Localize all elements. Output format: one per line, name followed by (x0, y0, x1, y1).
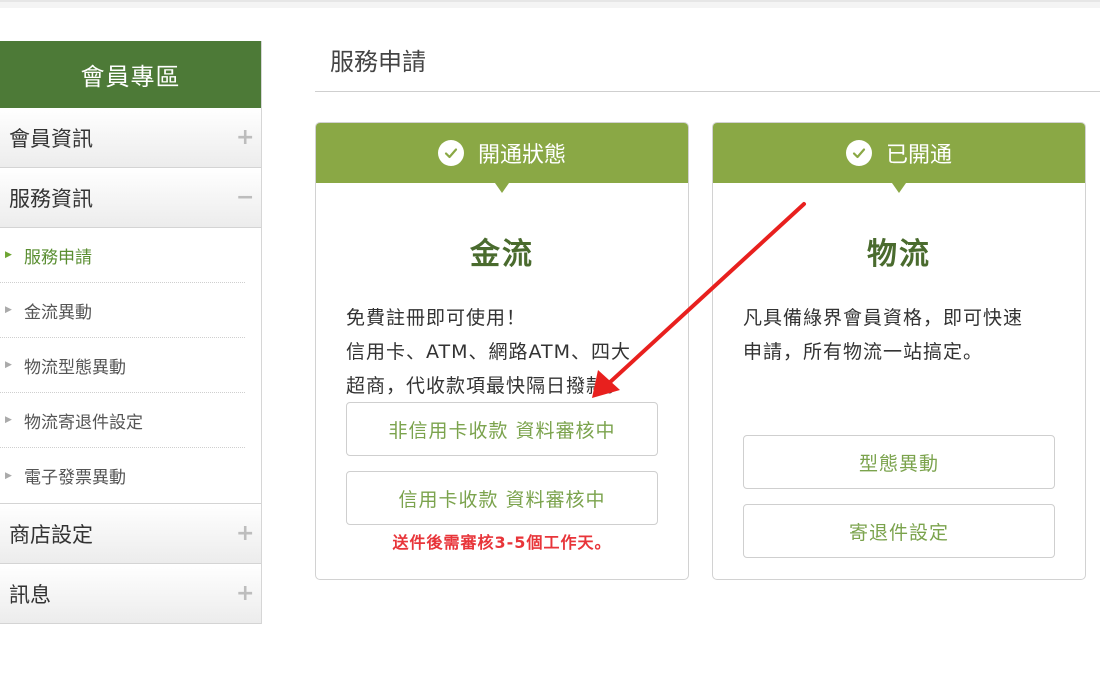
triangle-right-icon: ▶ (5, 305, 12, 315)
non-credit-card-payment-button[interactable]: 非信用卡收款 資料審核中 (346, 402, 658, 456)
triangle-right-icon: ▶ (5, 360, 12, 370)
type-change-button[interactable]: 型態異動 (743, 435, 1055, 489)
category-label: 商店設定 (9, 522, 93, 547)
review-notice: 送件後需審核3-5個工作天。 (392, 533, 612, 552)
card-status-header: 已開通 (713, 123, 1085, 193)
triangle-right-icon: ▶ (5, 470, 12, 481)
card-status-label: 已開通 (885, 143, 952, 168)
description-line: 免費註冊即可使用！ (346, 307, 527, 329)
sidebar-item-label: 物流型態異動 (24, 357, 126, 378)
card-title: 金流 (470, 237, 534, 272)
collapse-minus-icon: − (236, 185, 255, 210)
sidebar-category-service-info[interactable]: 服務資訊 − (0, 168, 261, 228)
title-divider (315, 91, 1100, 92)
return-settings-button[interactable]: 寄退件設定 (743, 504, 1055, 558)
expand-plus-icon: + (236, 521, 255, 546)
sidebar-item-logistics-type-change[interactable]: ▶ 物流型態異動 (0, 338, 245, 393)
sidebar-category-member-info[interactable]: 會員資訊 + (0, 108, 261, 168)
service-card-logistics: 已開通 物流 凡具備綠界會員資格，即可快速 申請，所有物流一站搞定。 型態異動 … (712, 122, 1086, 580)
service-card-payment: 開通狀態 金流 免費註冊即可使用！ 信用卡、ATM、網路ATM、四大 超商，代收… (315, 122, 689, 580)
check-circle-icon (845, 140, 872, 166)
card-status-header: 開通狀態 (316, 123, 688, 193)
sidebar-item-einvoice-change[interactable]: ▶ 電子發票異動 (0, 448, 245, 503)
sidebar: 會員專區 會員資訊 + 服務資訊 − ▶ 服務申請 ▶ 金流異動 ▶ 物流型態異… (0, 41, 262, 624)
description-line: 凡具備綠界會員資格，即可快速 (743, 307, 1024, 329)
sidebar-item-label: 電子發票異動 (24, 468, 126, 488)
card-status-label: 開通狀態 (477, 143, 566, 168)
sidebar-header: 會員專區 (0, 41, 261, 108)
sidebar-item-payment-change[interactable]: ▶ 金流異動 (0, 283, 245, 338)
sidebar-submenu: ▶ 服務申請 ▶ 金流異動 ▶ 物流型態異動 ▶ 物流寄退件設定 ▶ 電子發票異… (0, 228, 261, 504)
card-description: 免費註冊即可使用！ 信用卡、ATM、網路ATM、四大 超商，代收款項最快隔日撥款… (346, 301, 658, 403)
category-label: 服務資訊 (9, 186, 93, 211)
page-title: 服務申請 (330, 48, 426, 76)
credit-card-payment-button[interactable]: 信用卡收款 資料審核中 (346, 471, 658, 525)
top-bar (0, 0, 1100, 8)
sidebar-item-label: 金流異動 (24, 302, 92, 323)
sidebar-category-messages[interactable]: 訊息 + (0, 564, 261, 624)
card-title: 物流 (867, 237, 931, 272)
category-label: 訊息 (9, 582, 51, 607)
sidebar-category-store-settings[interactable]: 商店設定 + (0, 504, 261, 564)
sidebar-item-label: 物流寄退件設定 (24, 412, 143, 433)
sidebar-item-service-apply[interactable]: ▶ 服務申請 (0, 228, 245, 283)
card-description: 凡具備綠界會員資格，即可快速 申請，所有物流一站搞定。 (743, 301, 1055, 369)
check-circle-icon (437, 140, 464, 166)
expand-plus-icon: + (236, 125, 255, 150)
triangle-right-icon: ▶ (5, 415, 12, 425)
category-label: 會員資訊 (9, 126, 93, 151)
description-line: 申請，所有物流一站搞定。 (743, 341, 984, 363)
sidebar-item-logistics-return-settings[interactable]: ▶ 物流寄退件設定 (0, 393, 245, 448)
sidebar-item-label: 服務申請 (24, 247, 92, 268)
description-line: 信用卡、ATM、網路ATM、四大 (346, 341, 632, 363)
description-line: 超商，代收款項最快隔日撥款。 (346, 375, 627, 397)
triangle-right-icon: ▶ (5, 250, 12, 260)
expand-plus-icon: + (236, 581, 255, 606)
